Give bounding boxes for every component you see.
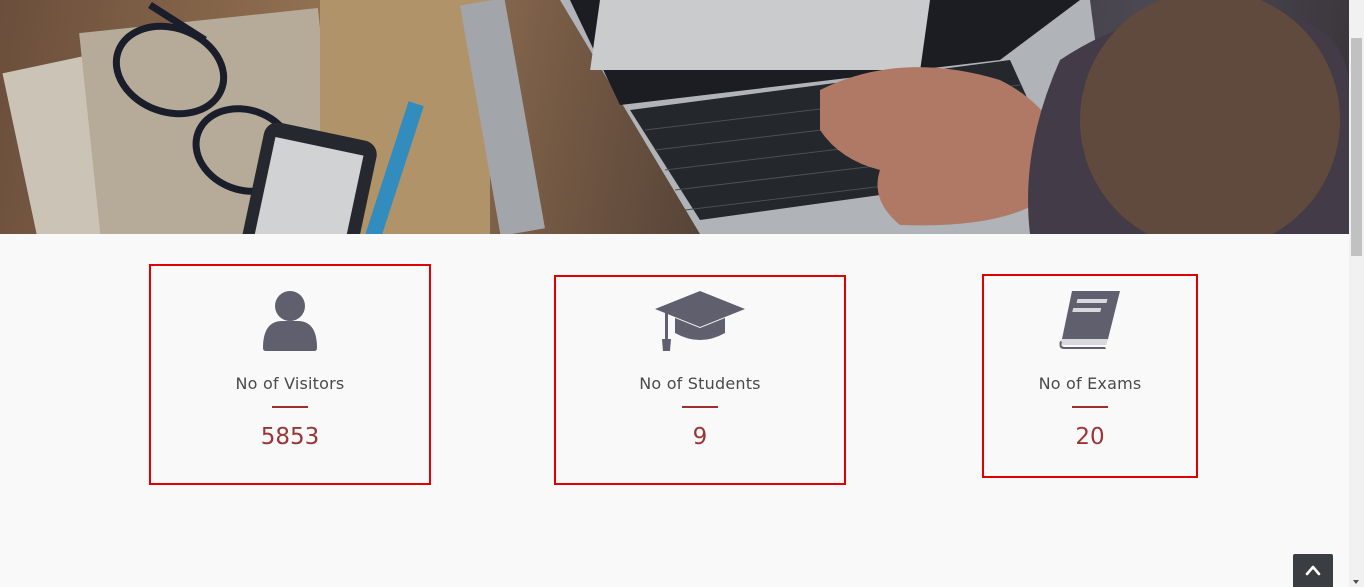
stat-value: 9 — [692, 424, 708, 450]
vertical-scrollbar[interactable] — [1349, 0, 1364, 587]
stat-label: No of Exams — [1038, 374, 1142, 393]
book-icon — [1056, 289, 1124, 355]
stat-card-students: No of Students 9 — [554, 275, 846, 485]
stat-card-visitors: No of Visitors 5853 — [149, 264, 431, 485]
stat-divider — [1072, 406, 1108, 408]
user-icon — [261, 290, 319, 356]
stat-divider — [272, 406, 308, 408]
stat-label: No of Students — [639, 374, 761, 393]
back-to-top-button[interactable] — [1293, 554, 1333, 587]
stat-value: 20 — [1075, 424, 1105, 450]
stat-divider — [682, 406, 718, 408]
stat-card-exams: No of Exams 20 — [982, 274, 1198, 478]
scroll-down-arrow-icon[interactable] — [1353, 580, 1359, 584]
chevron-up-icon — [1305, 565, 1321, 576]
stat-value: 5853 — [260, 424, 320, 450]
hero-banner-image — [0, 0, 1349, 234]
graduation-cap-icon — [653, 289, 747, 357]
scrollbar-thumb[interactable] — [1351, 38, 1362, 256]
stat-label: No of Visitors — [235, 374, 345, 393]
